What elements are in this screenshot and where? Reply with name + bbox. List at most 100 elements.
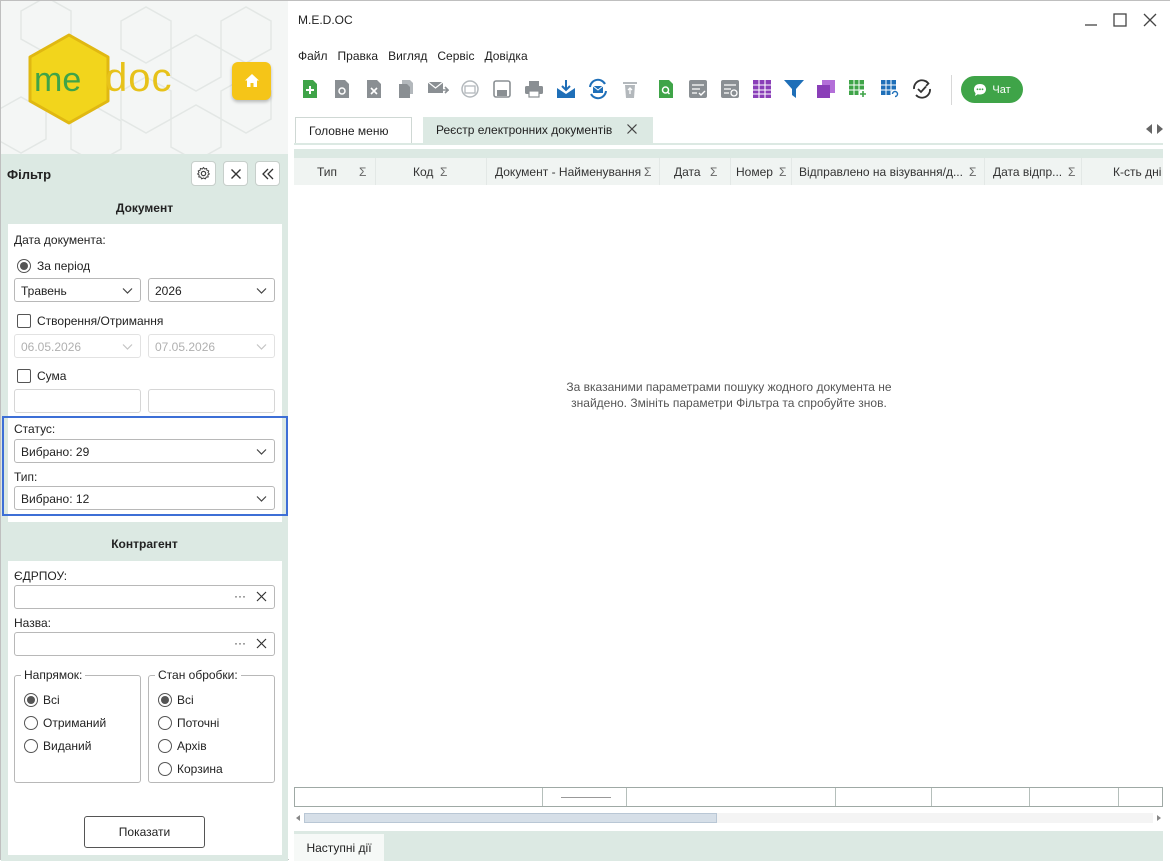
- scroll-left-icon[interactable]: [295, 814, 301, 822]
- filter-title: Фільтр: [7, 167, 52, 182]
- processing-current-radio[interactable]: [158, 716, 172, 730]
- column-send-date[interactable]: Дата відпр... Σ: [985, 158, 1082, 185]
- menu-edit[interactable]: Правка: [338, 49, 379, 63]
- sign-button[interactable]: [686, 77, 710, 101]
- menu-view[interactable]: Вигляд: [388, 49, 427, 63]
- column-number-label: Номер: [736, 164, 773, 179]
- receive-mail-button[interactable]: [458, 77, 482, 101]
- period-label: За період: [37, 259, 91, 273]
- sum-icon[interactable]: Σ: [359, 165, 366, 179]
- date-from-select: 06.05.2026: [14, 334, 141, 358]
- copy-document-button[interactable]: [394, 77, 418, 101]
- processing-archive-radio[interactable]: [158, 739, 172, 753]
- close-tab-icon[interactable]: [626, 123, 638, 135]
- menu-service[interactable]: Сервіс: [437, 49, 474, 63]
- clear-icon[interactable]: [256, 591, 267, 602]
- edit-list-button[interactable]: [718, 77, 742, 101]
- sum-to-input[interactable]: [148, 389, 275, 413]
- column-number[interactable]: Номер Σ: [731, 158, 792, 185]
- direction-received-radio[interactable]: [24, 716, 38, 730]
- processing-all-radio[interactable]: [158, 693, 172, 707]
- splitter-handle[interactable]: [561, 797, 611, 798]
- sum-icon[interactable]: Σ: [779, 165, 786, 179]
- print-button[interactable]: [522, 77, 546, 101]
- close-window-button[interactable]: [1139, 9, 1161, 31]
- scroll-right-icon[interactable]: [1156, 123, 1164, 135]
- filter-button[interactable]: [782, 77, 806, 101]
- delete-document-button[interactable]: [362, 77, 386, 101]
- scroll-right-icon[interactable]: [1156, 814, 1162, 822]
- column-days-count[interactable]: К-сть дні: [1082, 158, 1163, 185]
- month-value: Травень: [21, 284, 67, 298]
- layers-button[interactable]: [814, 77, 838, 101]
- sum-icon[interactable]: Σ: [1068, 165, 1075, 179]
- column-date[interactable]: Дата Σ: [660, 158, 731, 185]
- tab-main-menu[interactable]: Головне меню: [295, 117, 412, 143]
- grid-group-band: [294, 149, 1163, 158]
- horizontal-scrollbar[interactable]: [294, 809, 1163, 827]
- logo-doc-text: doc: [105, 56, 173, 100]
- trash-button[interactable]: [618, 77, 642, 101]
- minimize-button[interactable]: [1080, 9, 1102, 31]
- tab-document-registry[interactable]: Реєстр електронних документів: [423, 117, 653, 143]
- tab-underline: [294, 143, 1163, 145]
- send-mail-icon: [427, 81, 449, 94]
- scroll-thumb[interactable]: [304, 813, 717, 823]
- direction-all-radio[interactable]: [24, 693, 38, 707]
- sum-icon[interactable]: Σ: [440, 165, 447, 179]
- inbox-download-button[interactable]: [554, 77, 578, 101]
- empty-message-line-1: За вказаними параметрами пошуку жодного …: [566, 380, 892, 394]
- save-button[interactable]: [490, 77, 514, 101]
- refresh-table-button[interactable]: [878, 77, 902, 101]
- send-mail-button[interactable]: [426, 77, 450, 101]
- processing-trash-radio[interactable]: [158, 762, 172, 776]
- menu-help[interactable]: Довідка: [484, 49, 527, 63]
- name-input[interactable]: ···: [14, 632, 275, 656]
- period-radio[interactable]: [17, 259, 31, 273]
- more-icon[interactable]: ···: [234, 589, 246, 603]
- search-document-icon: [659, 80, 673, 98]
- edrpou-input[interactable]: ···: [14, 585, 275, 609]
- view-document-button[interactable]: [330, 77, 354, 101]
- verify-button[interactable]: [910, 77, 934, 101]
- filter-clear-button[interactable]: [223, 161, 248, 186]
- scroll-left-icon[interactable]: [1145, 123, 1153, 135]
- filter-settings-button[interactable]: [191, 161, 216, 186]
- sum-checkbox[interactable]: [17, 369, 31, 383]
- clear-icon[interactable]: [256, 638, 267, 649]
- inbox-download-icon: [557, 80, 575, 98]
- footer-cell: [932, 788, 1030, 806]
- column-sent-for-approval-label: Відправлено на візування/д...: [799, 164, 963, 179]
- menu-file[interactable]: Файл: [298, 49, 328, 63]
- month-select[interactable]: Травень: [14, 278, 141, 302]
- search-document-button[interactable]: [654, 77, 678, 101]
- column-sent-for-approval[interactable]: Відправлено на візування/д... Σ: [792, 158, 985, 185]
- sum-icon[interactable]: Σ: [644, 165, 651, 179]
- created-checkbox[interactable]: [17, 314, 31, 328]
- receive-mail-icon: [461, 80, 479, 98]
- home-button[interactable]: [232, 62, 271, 100]
- chat-button[interactable]: Чат: [961, 76, 1023, 103]
- date-to-select: 07.05.2026: [148, 334, 275, 358]
- more-icon[interactable]: ···: [234, 636, 246, 650]
- show-button[interactable]: Показати: [84, 816, 205, 848]
- sum-from-input[interactable]: [14, 389, 141, 413]
- column-document-name[interactable]: Документ - Найменування Σ: [487, 158, 660, 185]
- menu-bar: Файл Правка Вигляд Сервіс Довідка: [298, 49, 538, 63]
- sum-icon[interactable]: Σ: [710, 165, 717, 179]
- export-table-button[interactable]: [846, 77, 870, 101]
- direction-issued-radio[interactable]: [24, 739, 38, 753]
- chat-bubble-icon: [974, 83, 987, 96]
- table-purple-button[interactable]: [750, 77, 774, 101]
- filter-collapse-button[interactable]: [255, 161, 280, 186]
- column-type[interactable]: Тип Σ: [294, 158, 376, 185]
- new-document-button[interactable]: [298, 77, 322, 101]
- next-actions-tab[interactable]: Наступні дії: [294, 834, 384, 861]
- maximize-button[interactable]: [1109, 9, 1131, 31]
- column-code[interactable]: Код Σ: [376, 158, 487, 185]
- sum-icon[interactable]: Σ: [969, 165, 976, 179]
- sync-mail-button[interactable]: [586, 77, 610, 101]
- processing-archive-label: Архів: [177, 739, 207, 753]
- year-select[interactable]: 2026: [148, 278, 275, 302]
- date-to-value: 07.05.2026: [155, 340, 216, 354]
